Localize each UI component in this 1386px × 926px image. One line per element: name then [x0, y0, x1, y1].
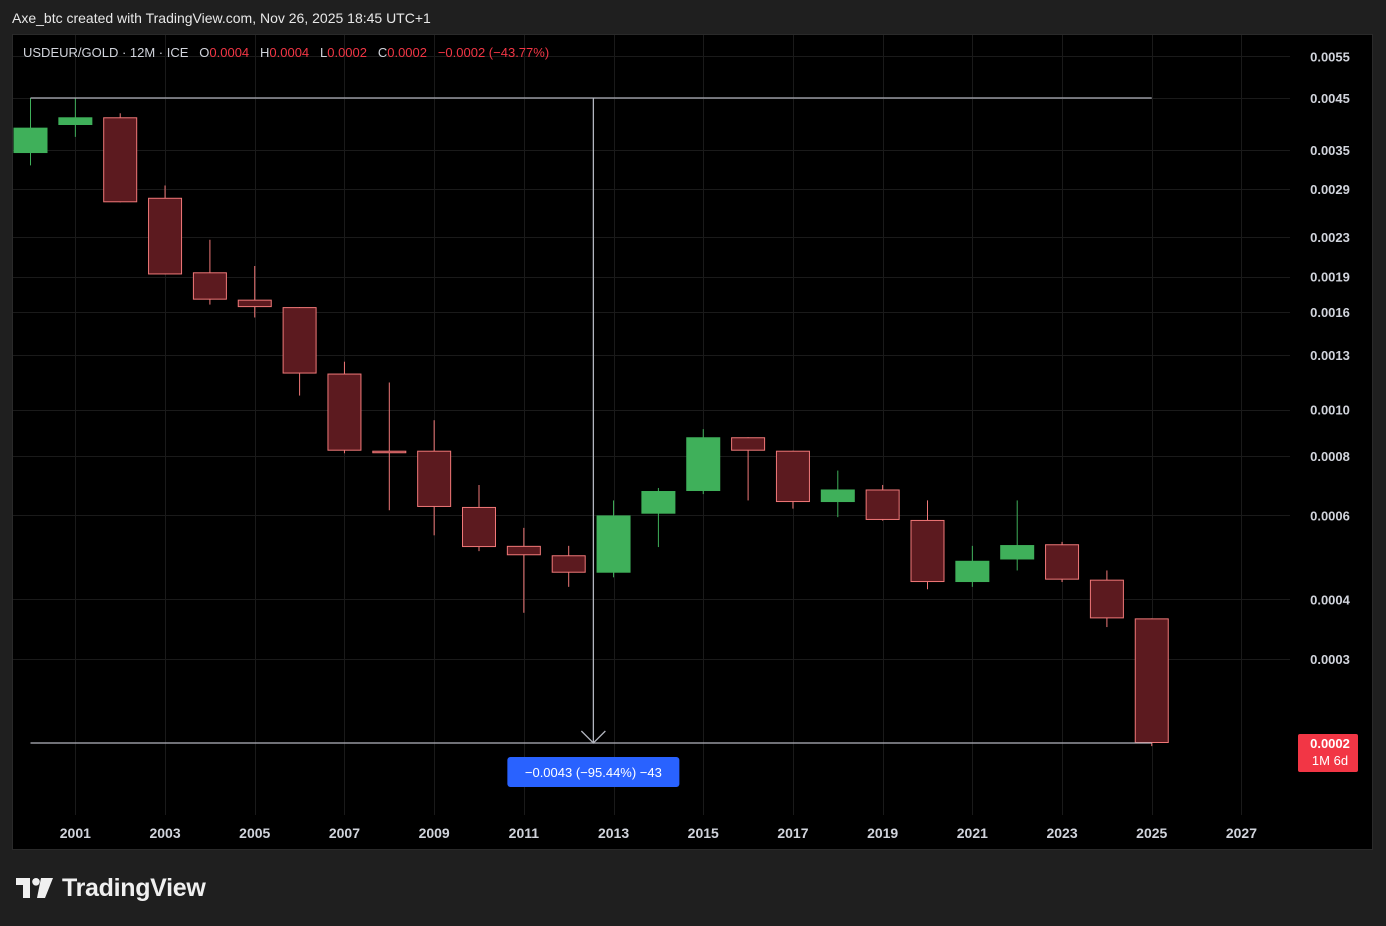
x-axis-tick-label: 2025 — [1136, 825, 1167, 841]
x-axis-tick-label: 2003 — [149, 825, 180, 841]
candle-body — [955, 560, 990, 583]
x-axis-tick-label: 2021 — [957, 825, 988, 841]
y-axis-tick-label: 0.0045 — [1310, 91, 1350, 106]
candle-body — [237, 299, 272, 308]
candle-body — [417, 450, 452, 507]
candle-body — [1000, 545, 1035, 560]
candle-body — [148, 197, 183, 275]
y-axis-tick-label: 0.0016 — [1310, 305, 1350, 320]
y-axis-tick-label: 0.0006 — [1310, 508, 1350, 523]
candlestick-chart: −0.0043 (−95.44%) −43 0.0055 0.0045 0.0035 0… — [13, 35, 1358, 841]
x-axis-tick-label: 2027 — [1226, 825, 1257, 841]
x-axis-tick-label: 2009 — [419, 825, 450, 841]
candle-body — [462, 506, 496, 548]
open-label: O — [199, 45, 210, 60]
brand-name: TradingView — [62, 873, 206, 902]
tradingview-logo-icon — [16, 878, 53, 898]
y-axis-tick-label: 0.0003 — [1310, 652, 1350, 667]
candle-body — [910, 519, 945, 583]
candle-body — [820, 489, 855, 503]
x-axis-tick-label: 2023 — [1046, 825, 1077, 841]
y-axis-tick-label: 0.0010 — [1310, 403, 1350, 418]
x-axis-tick-label: 2001 — [60, 825, 91, 841]
y-axis-tick-label: 0.0023 — [1310, 230, 1350, 245]
close-label: C — [377, 45, 388, 60]
bar-countdown: 1M 6d — [1312, 753, 1348, 768]
candle-body — [1045, 544, 1080, 580]
y-axis-tick-label: 0.0029 — [1310, 182, 1350, 197]
candle-body — [865, 489, 900, 520]
candle-body — [506, 545, 541, 556]
last-price-value: 0.0002 — [1310, 736, 1350, 751]
x-axis-tick-label: 2013 — [598, 825, 629, 841]
close-value: 0.0002 — [387, 45, 427, 60]
x-axis-tick-label: 2007 — [329, 825, 360, 841]
candle-body — [686, 437, 721, 492]
candle-body — [282, 307, 317, 374]
low-value: 0.0002 — [327, 45, 367, 60]
candle-body — [13, 127, 48, 154]
candle-body — [641, 491, 676, 514]
high-value: 0.0004 — [269, 45, 310, 60]
candle-body — [596, 515, 631, 573]
y-axis-tick-label: 0.0008 — [1310, 449, 1350, 464]
open-value: 0.0004 — [209, 45, 250, 60]
x-axis-tick-label: 2017 — [777, 825, 808, 841]
x-axis-tick-label: 2015 — [688, 825, 719, 841]
y-axis-tick-label: 0.0013 — [1310, 348, 1350, 363]
measure-label: −0.0043 (−95.44%) −43 — [525, 765, 662, 780]
candle-body — [1134, 618, 1169, 743]
candle-body — [372, 450, 407, 454]
candle-body — [551, 555, 586, 573]
candle-body — [103, 117, 138, 203]
high-label: H — [260, 45, 270, 60]
symbol-legend: USDEUR/GOLD · 12M · ICE O0.0004 H0.0004 … — [23, 45, 549, 60]
x-axis-tick-label: 2005 — [239, 825, 270, 841]
tradingview-logo[interactable]: TradingView — [16, 874, 206, 902]
y-axis-tick-label: 0.0035 — [1310, 143, 1350, 158]
x-axis-tick-label: 2011 — [509, 825, 540, 841]
y-axis-tick-label: 0.0004 — [1310, 592, 1351, 607]
candle-body — [327, 373, 362, 451]
candle-body — [1089, 579, 1124, 619]
candle-body — [192, 272, 227, 300]
change-value: −0.0002 (−43.77%) — [437, 45, 550, 60]
x-axis-tick-label: 2019 — [867, 825, 898, 841]
candle-body — [775, 450, 810, 503]
y-axis-tick-label: 0.0055 — [1310, 49, 1350, 64]
candle-body — [731, 437, 766, 451]
symbol-name[interactable]: USDEUR/GOLD · 12M · ICE — [23, 45, 188, 60]
candle-body — [58, 117, 93, 126]
y-axis-tick-label: 0.0019 — [1310, 270, 1350, 285]
